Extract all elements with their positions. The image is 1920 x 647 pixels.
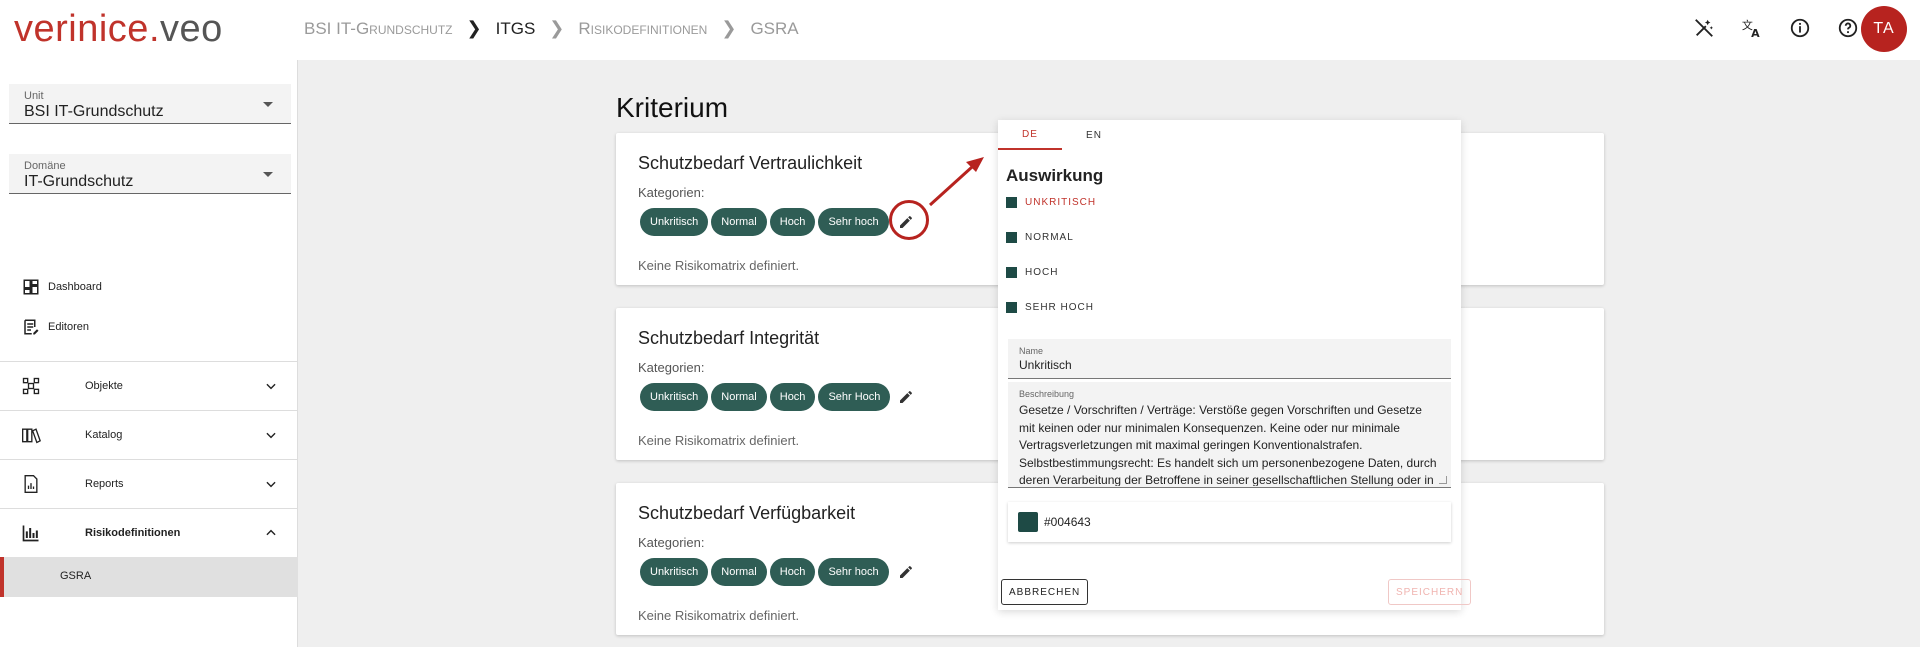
category-chip[interactable]: Normal <box>711 558 767 586</box>
dashboard-icon <box>23 279 39 295</box>
edit-pencil-icon[interactable] <box>898 564 914 580</box>
category-item-normal[interactable]: NORMAL <box>1006 232 1074 243</box>
categories-label: Kategorien: <box>638 360 705 375</box>
reports-icon <box>24 475 38 493</box>
chevron-down-icon <box>266 481 276 488</box>
edit-pencil-icon[interactable] <box>898 389 914 405</box>
sidebar: Unit BSI IT-Grundschutz Domäne IT-Grunds… <box>0 60 298 647</box>
category-chips: Unkritisch Normal Hoch Sehr hoch <box>640 558 889 586</box>
card-title: Schutzbedarf Verfügbarkeit <box>638 503 856 523</box>
chevron-right-icon: ❯ <box>721 18 737 38</box>
color-square <box>1006 302 1017 313</box>
highlight-ring <box>889 200 929 240</box>
category-chip[interactable]: Hoch <box>769 208 816 236</box>
svg-text:A: A <box>1751 27 1760 39</box>
category-chip[interactable]: Unkritisch <box>640 558 709 586</box>
nav-group-objekte[interactable]: Objekte <box>0 361 298 410</box>
color-square <box>1006 232 1017 243</box>
chevron-right-icon: ❯ <box>549 18 565 38</box>
color-swatch[interactable] <box>1018 512 1038 532</box>
category-chips: Unkritisch Normal Hoch Sehr hoch <box>640 208 889 236</box>
info-icon[interactable] <box>1788 16 1812 40</box>
dialog-title: Auswirkung <box>1006 166 1104 185</box>
nav-group-katalog[interactable]: Katalog <box>0 410 298 459</box>
category-chip[interactable]: Unkritisch <box>640 383 709 411</box>
name-field[interactable]: Name Unkritisch <box>1008 339 1451 379</box>
tab-en[interactable]: EN <box>1062 120 1126 150</box>
category-chip[interactable]: Sehr hoch <box>818 558 889 586</box>
domain-select[interactable]: Domäne IT-Grundschutz <box>9 154 291 194</box>
translate-icon[interactable]: 文A <box>1740 16 1764 40</box>
app-header: verinice.veo BSI IT-Grundschutz ❯ ITGS ❯… <box>0 0 1920 60</box>
category-chip[interactable]: Normal <box>711 383 767 411</box>
nav-group-risikodefinitionen[interactable]: Risikodefinitionen <box>0 508 298 557</box>
category-chip[interactable]: Sehr Hoch <box>818 383 891 411</box>
sidebar-item-gsra[interactable]: GSRA <box>0 557 298 597</box>
no-risk-matrix-note: Keine Risikomatrix definiert. <box>638 608 800 623</box>
nav-editoren[interactable]: Editoren <box>22 318 89 336</box>
magic-wand-off-icon[interactable] <box>1692 16 1716 40</box>
chevron-up-icon <box>266 529 276 536</box>
objects-icon <box>22 377 40 395</box>
category-chip[interactable]: Normal <box>711 208 767 236</box>
category-chip[interactable]: Sehr hoch <box>818 208 889 236</box>
nav-dashboard[interactable]: Dashboard <box>22 278 102 296</box>
color-square <box>1006 267 1017 278</box>
category-chip[interactable]: Hoch <box>769 558 816 586</box>
chevron-down-icon <box>266 432 276 439</box>
breadcrumb: BSI IT-Grundschutz ❯ ITGS ❯ Risikodefini… <box>304 18 799 39</box>
card-title: Schutzbedarf Integrität <box>638 328 820 348</box>
chart-icon <box>22 525 39 542</box>
dropdown-arrow-icon <box>263 172 273 177</box>
category-edit-dialog: DE EN Auswirkung UNKRITISCH NORMAL HOCH … <box>998 120 1472 610</box>
no-risk-matrix-note: Keine Risikomatrix definiert. <box>638 433 800 448</box>
unit-select[interactable]: Unit BSI IT-Grundschutz <box>9 84 291 124</box>
color-picker-field[interactable]: #004643 <box>1008 502 1451 542</box>
category-item-hoch[interactable]: HOCH <box>1006 267 1058 278</box>
categories-label: Kategorien: <box>638 185 705 200</box>
page-title: Kriterium <box>616 92 729 123</box>
category-chips: Unkritisch Normal Hoch Sehr Hoch <box>640 383 891 411</box>
breadcrumb-unit[interactable]: BSI IT-Grundschutz <box>304 19 453 39</box>
breadcrumb-gsra[interactable]: GSRA <box>750 19 798 39</box>
resize-handle-icon[interactable] <box>1439 476 1447 484</box>
categories-label: Kategorien: <box>638 535 705 550</box>
color-square <box>1006 197 1017 208</box>
app-logo[interactable]: verinice.veo <box>14 8 223 51</box>
dropdown-arrow-icon <box>263 102 273 107</box>
user-avatar[interactable]: TA <box>1861 6 1907 52</box>
save-button[interactable]: SPEICHERN <box>1388 579 1472 605</box>
card-title: Schutzbedarf Vertraulichkeit <box>638 153 863 173</box>
category-chip[interactable]: Hoch <box>769 383 816 411</box>
breadcrumb-risk-definitions[interactable]: Risikodefinitionen <box>578 19 707 39</box>
category-chip[interactable]: Unkritisch <box>640 208 709 236</box>
tab-de[interactable]: DE <box>998 120 1062 150</box>
nav-group-reports[interactable]: Reports <box>0 459 298 508</box>
cancel-button[interactable]: ABBRECHEN <box>1001 579 1089 605</box>
description-field[interactable]: Beschreibung Gesetze / Vorschriften / Ve… <box>1008 382 1451 488</box>
category-item-sehr-hoch[interactable]: SEHR HOCH <box>1006 302 1094 313</box>
language-tabs: DE EN <box>998 120 1461 150</box>
category-item-unkritisch[interactable]: UNKRITISCH <box>1006 197 1096 208</box>
no-risk-matrix-note: Keine Risikomatrix definiert. <box>638 258 800 273</box>
help-icon[interactable] <box>1836 16 1860 40</box>
editor-icon <box>24 319 39 335</box>
chevron-right-icon: ❯ <box>466 18 482 38</box>
catalog-icon <box>22 428 41 444</box>
breadcrumb-domain[interactable]: ITGS <box>496 19 536 39</box>
chevron-down-icon <box>266 383 276 390</box>
